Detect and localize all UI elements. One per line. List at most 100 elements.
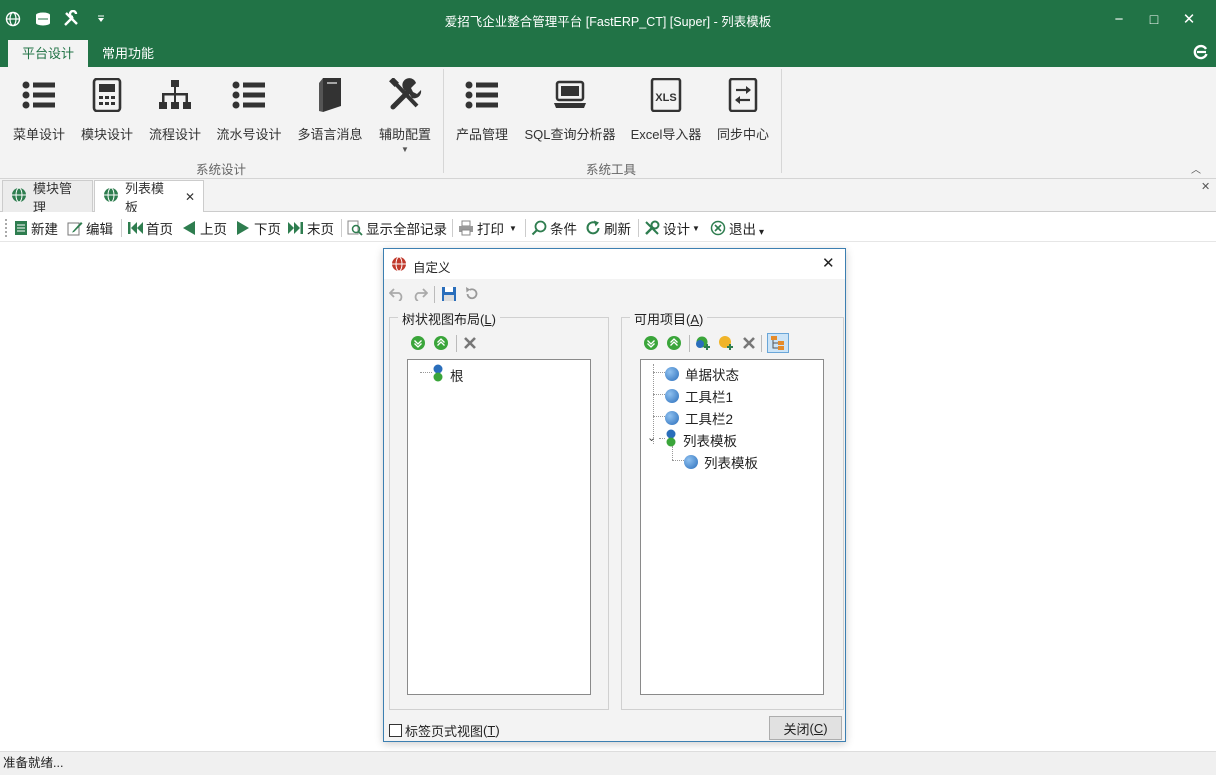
search-doc-icon <box>347 220 363 236</box>
close-tab-icon[interactable]: ✕ <box>185 190 195 204</box>
last-page-button[interactable]: 末页 <box>288 217 334 239</box>
available-items-group: 可用项目(A) 单据状态 工具栏1 工具栏2 ⌄ 列表模板 列表模板 <box>621 309 844 710</box>
design-button[interactable]: 设计 ▼ <box>644 217 700 239</box>
list-icon <box>19 75 59 115</box>
move-up-icon[interactable] <box>433 335 449 351</box>
list-icon <box>229 75 269 115</box>
doc-tab-list-template[interactable]: 列表模板 ✕ <box>94 180 204 215</box>
product-management-button[interactable]: 产品管理 <box>454 75 510 155</box>
tree-node-list-template-child[interactable]: 列表模板 <box>684 452 758 472</box>
sync-center-button[interactable]: 同步中心 <box>715 75 771 155</box>
org-chart-icon <box>155 75 195 115</box>
tree-node-root[interactable]: 根 <box>432 364 464 385</box>
menu-design-button[interactable]: 菜单设计 <box>12 75 66 155</box>
tree-layout-view[interactable]: 根 <box>407 359 591 695</box>
print-button[interactable]: 打印 ▼ <box>458 217 517 239</box>
next-page-button[interactable]: 下页 <box>235 217 281 239</box>
condition-button[interactable]: 条件 <box>531 217 577 239</box>
group-node-icon <box>665 429 677 450</box>
toolbar-overflow-icon[interactable]: ▾ <box>759 227 764 238</box>
available-items-legend: 可用项目(A) <box>630 309 708 328</box>
available-items-view[interactable]: 单据状态 工具栏1 工具栏2 ⌄ 列表模板 列表模板 <box>640 359 824 695</box>
calculator-icon <box>87 75 127 115</box>
save-icon[interactable] <box>440 285 458 303</box>
edit-button[interactable]: 编辑 <box>67 217 113 239</box>
tree-node-doc-status[interactable]: 单据状态 <box>665 364 739 384</box>
refresh-e-icon[interactable] <box>1192 43 1210 64</box>
ribbon: 菜单设计 模块设计 流程设计 流水号设计 多语言消息 辅助配置 ▼ 系统设计 产… <box>0 67 1216 179</box>
chevron-down-icon: ▼ <box>401 145 409 154</box>
redo-icon[interactable] <box>411 285 429 303</box>
reset-icon[interactable] <box>463 285 481 303</box>
tree-node-toolbar2[interactable]: 工具栏2 <box>665 408 733 428</box>
close-button[interactable]: 关闭(C) <box>769 716 842 740</box>
tab-platform-design[interactable]: 平台设计 <box>8 40 89 67</box>
move-down-icon[interactable] <box>410 335 426 351</box>
status-text: 准备就绪... <box>3 756 64 770</box>
delete-icon[interactable] <box>741 335 757 351</box>
close-all-docs-icon[interactable]: ✕ <box>1201 180 1210 193</box>
minimize-button[interactable]: − <box>1102 6 1136 32</box>
chevron-down-icon[interactable]: ⌄ <box>647 431 656 444</box>
customize-dialog: 自定义 ✕ 树状视图布局(L) 根 可用项目(A) 单据状态 工具栏1 工具栏2… <box>383 248 846 742</box>
chevron-down-icon: ▼ <box>509 223 517 233</box>
item-node-icon <box>665 367 679 381</box>
doc-tab-module-management[interactable]: 模块管理 <box>2 180 93 215</box>
group-divider <box>781 69 782 173</box>
tree-layout-legend: 树状视图布局(L) <box>398 309 500 328</box>
toolbar-grip <box>5 219 7 239</box>
tab-common-functions[interactable]: 常用功能 <box>88 40 168 67</box>
multilang-message-button[interactable]: 多语言消息 <box>296 75 364 155</box>
edit-icon <box>67 222 83 236</box>
show-all-records-button[interactable]: 显示全部记录 <box>347 217 447 239</box>
dialog-close-icon[interactable]: ✕ <box>822 254 835 272</box>
collapse-ribbon-icon[interactable]: ︿ <box>1191 161 1201 176</box>
group-divider <box>443 69 444 173</box>
book-icon <box>310 75 350 115</box>
close-window-button[interactable]: ✕ <box>1172 6 1206 32</box>
globe-icon <box>11 187 27 206</box>
prev-page-icon <box>183 221 195 235</box>
xls-file-icon: XLS <box>646 75 686 115</box>
item-node-icon <box>684 455 698 469</box>
excel-importer-button[interactable]: XLS Excel导入器 <box>630 75 702 155</box>
exit-icon <box>710 220 726 236</box>
group-label-system-design: 系统设计 <box>196 163 247 177</box>
sql-analyzer-button[interactable]: SQL查询分析器 <box>523 75 617 155</box>
item-node-icon <box>665 411 679 425</box>
move-up-icon[interactable] <box>666 335 682 351</box>
chevron-down-icon: ▼ <box>692 223 700 233</box>
undo-icon[interactable] <box>388 285 406 303</box>
tree-node-list-template-group[interactable]: 列表模板 <box>665 429 737 450</box>
list-icon <box>462 75 502 115</box>
aux-config-button[interactable]: 辅助配置 ▼ <box>377 75 433 155</box>
first-page-icon <box>128 222 143 234</box>
module-design-button[interactable]: 模块设计 <box>80 75 134 155</box>
tree-structure-icon[interactable] <box>767 333 789 353</box>
document-tab-bar: 模块管理 列表模板 ✕ ✕ <box>0 179 1216 215</box>
tree-node-toolbar1[interactable]: 工具栏1 <box>665 386 733 406</box>
tab-view-checkbox[interactable]: 标签页式视图(T) <box>389 721 500 740</box>
group-label-system-tools: 系统工具 <box>586 163 637 177</box>
checkbox-box[interactable] <box>389 724 402 737</box>
delete-icon[interactable] <box>462 335 478 351</box>
move-down-icon[interactable] <box>643 335 659 351</box>
add-group-icon[interactable] <box>695 335 711 351</box>
first-page-button[interactable]: 首页 <box>127 217 173 239</box>
serial-number-design-button[interactable]: 流水号设计 <box>215 75 283 155</box>
prev-page-button[interactable]: 上页 <box>181 217 227 239</box>
exit-button[interactable]: 退出 ▾ <box>710 217 764 239</box>
maximize-button[interactable]: □ <box>1137 6 1171 32</box>
next-page-icon <box>237 221 249 235</box>
window-title: 爱招飞企业整合管理平台 [FastERP_CT] [Super] - 列表模板 <box>444 15 772 29</box>
new-button[interactable]: 新建 <box>14 217 58 239</box>
flow-design-button[interactable]: 流程设计 <box>147 75 203 155</box>
tree-layout-group: 树状视图布局(L) 根 <box>389 309 609 710</box>
add-item-icon[interactable] <box>718 335 734 351</box>
refresh-button[interactable]: 刷新 <box>585 217 631 239</box>
new-doc-icon <box>15 221 27 235</box>
item-node-icon <box>665 389 679 403</box>
list-toolbar: 新建 编辑 首页 上页 下页 末页 显示全部记录 打印 ▼ 条件 刷新 设计 ▼… <box>0 212 1216 242</box>
printer-icon <box>459 220 473 236</box>
last-page-icon <box>288 222 303 234</box>
